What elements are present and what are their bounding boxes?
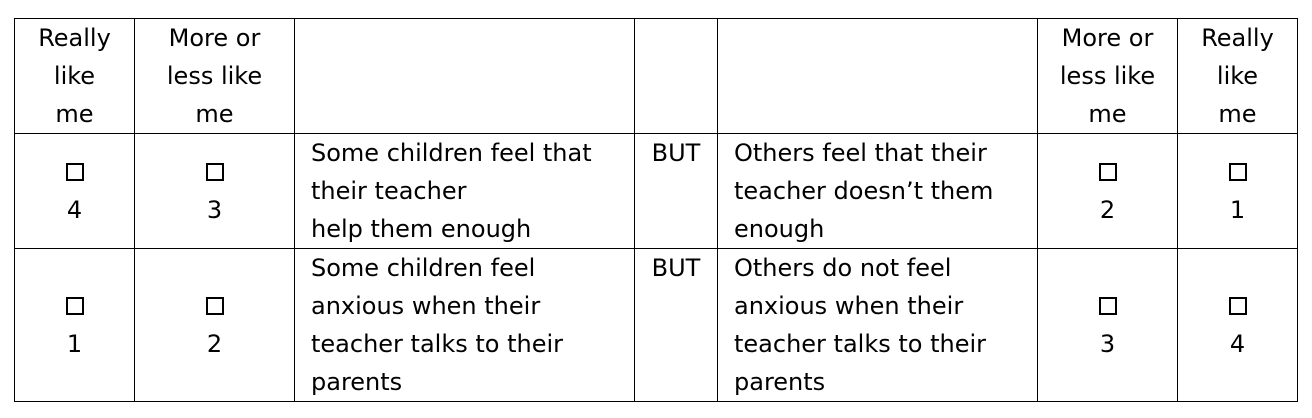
checkbox[interactable] <box>1098 163 1117 181</box>
table-row: 4 3 Some children feel that their teache… <box>14 133 1298 249</box>
header-more-or-less-like-me-right: More or less like me <box>1037 18 1178 134</box>
header-text-line: Really <box>38 24 111 52</box>
checkbox[interactable] <box>1098 297 1117 315</box>
choice-cell[interactable]: 4 <box>14 133 135 249</box>
header-text-line: me <box>195 100 234 128</box>
choice-cell[interactable]: 1 <box>14 248 135 402</box>
header-text-line: More or <box>1061 24 1154 52</box>
score-label: 4 <box>66 196 83 224</box>
statement-line: parents <box>734 368 826 396</box>
checkbox[interactable] <box>1228 297 1247 315</box>
header-text-line: More or <box>168 24 261 52</box>
left-statement: Some children feel that their teacher he… <box>294 133 635 249</box>
statement-line: parents <box>311 368 403 396</box>
right-statement: Others feel that their teacher doesn’t t… <box>717 133 1038 249</box>
statement-line: anxious when their <box>311 292 541 320</box>
table-row: 1 2 Some children feel anxious when thei… <box>14 248 1298 402</box>
header-really-like-me-right: Really like me <box>1177 18 1298 134</box>
connector-but: BUT <box>634 248 718 402</box>
choice-cell[interactable]: 4 <box>1177 248 1298 402</box>
statement-line: Some children feel <box>311 254 536 282</box>
checkbox[interactable] <box>65 297 84 315</box>
header-empty-connector <box>634 18 718 134</box>
header-text-line: me <box>1088 100 1127 128</box>
score-label: 4 <box>1229 330 1246 358</box>
checkbox[interactable] <box>1228 163 1247 181</box>
statement-line: their teacher <box>311 177 467 205</box>
header-row: Really like me More or less like me More… <box>14 18 1298 134</box>
header-text-line: less like <box>166 62 263 90</box>
header-text-line: like <box>53 62 96 90</box>
score-label: 3 <box>206 196 223 224</box>
questionnaire-table: Really like me More or less like me More… <box>14 18 1298 402</box>
statement-line: anxious when their <box>734 292 964 320</box>
header-more-or-less-like-me-left: More or less like me <box>134 18 295 134</box>
statement-line: Some children feel that <box>311 139 592 167</box>
right-statement: Others do not feel anxious when their te… <box>717 248 1038 402</box>
statement-line: teacher talks to their <box>734 330 987 358</box>
statement-line: teacher talks to their <box>311 330 564 358</box>
header-empty-right-statement <box>717 18 1038 134</box>
statement-line: teacher doesn’t them <box>734 177 994 205</box>
header-text-line: me <box>1218 100 1257 128</box>
checkbox[interactable] <box>205 163 224 181</box>
score-label: 2 <box>1099 196 1116 224</box>
statement-line: Others feel that their <box>734 139 987 167</box>
statement-line: enough <box>734 215 825 243</box>
choice-cell[interactable]: 3 <box>134 133 295 249</box>
header-really-like-me-left: Really like me <box>14 18 135 134</box>
header-text-line: like <box>1216 62 1259 90</box>
checkbox[interactable] <box>65 163 84 181</box>
choice-cell[interactable]: 2 <box>1037 133 1178 249</box>
header-empty-left-statement <box>294 18 635 134</box>
score-label: 1 <box>1229 196 1246 224</box>
score-label: 3 <box>1099 330 1116 358</box>
statement-line: help them enough <box>311 215 532 243</box>
connector-but: BUT <box>634 133 718 249</box>
choice-cell[interactable]: 1 <box>1177 133 1298 249</box>
header-text-line: Really <box>1201 24 1274 52</box>
choice-cell[interactable]: 3 <box>1037 248 1178 402</box>
checkbox[interactable] <box>205 297 224 315</box>
left-statement: Some children feel anxious when their te… <box>294 248 635 402</box>
statement-line: Others do not feel <box>734 254 952 282</box>
choice-cell[interactable]: 2 <box>134 248 295 402</box>
header-text-line: me <box>55 100 94 128</box>
score-label: 1 <box>66 330 83 358</box>
header-text-line: less like <box>1059 62 1156 90</box>
score-label: 2 <box>206 330 223 358</box>
